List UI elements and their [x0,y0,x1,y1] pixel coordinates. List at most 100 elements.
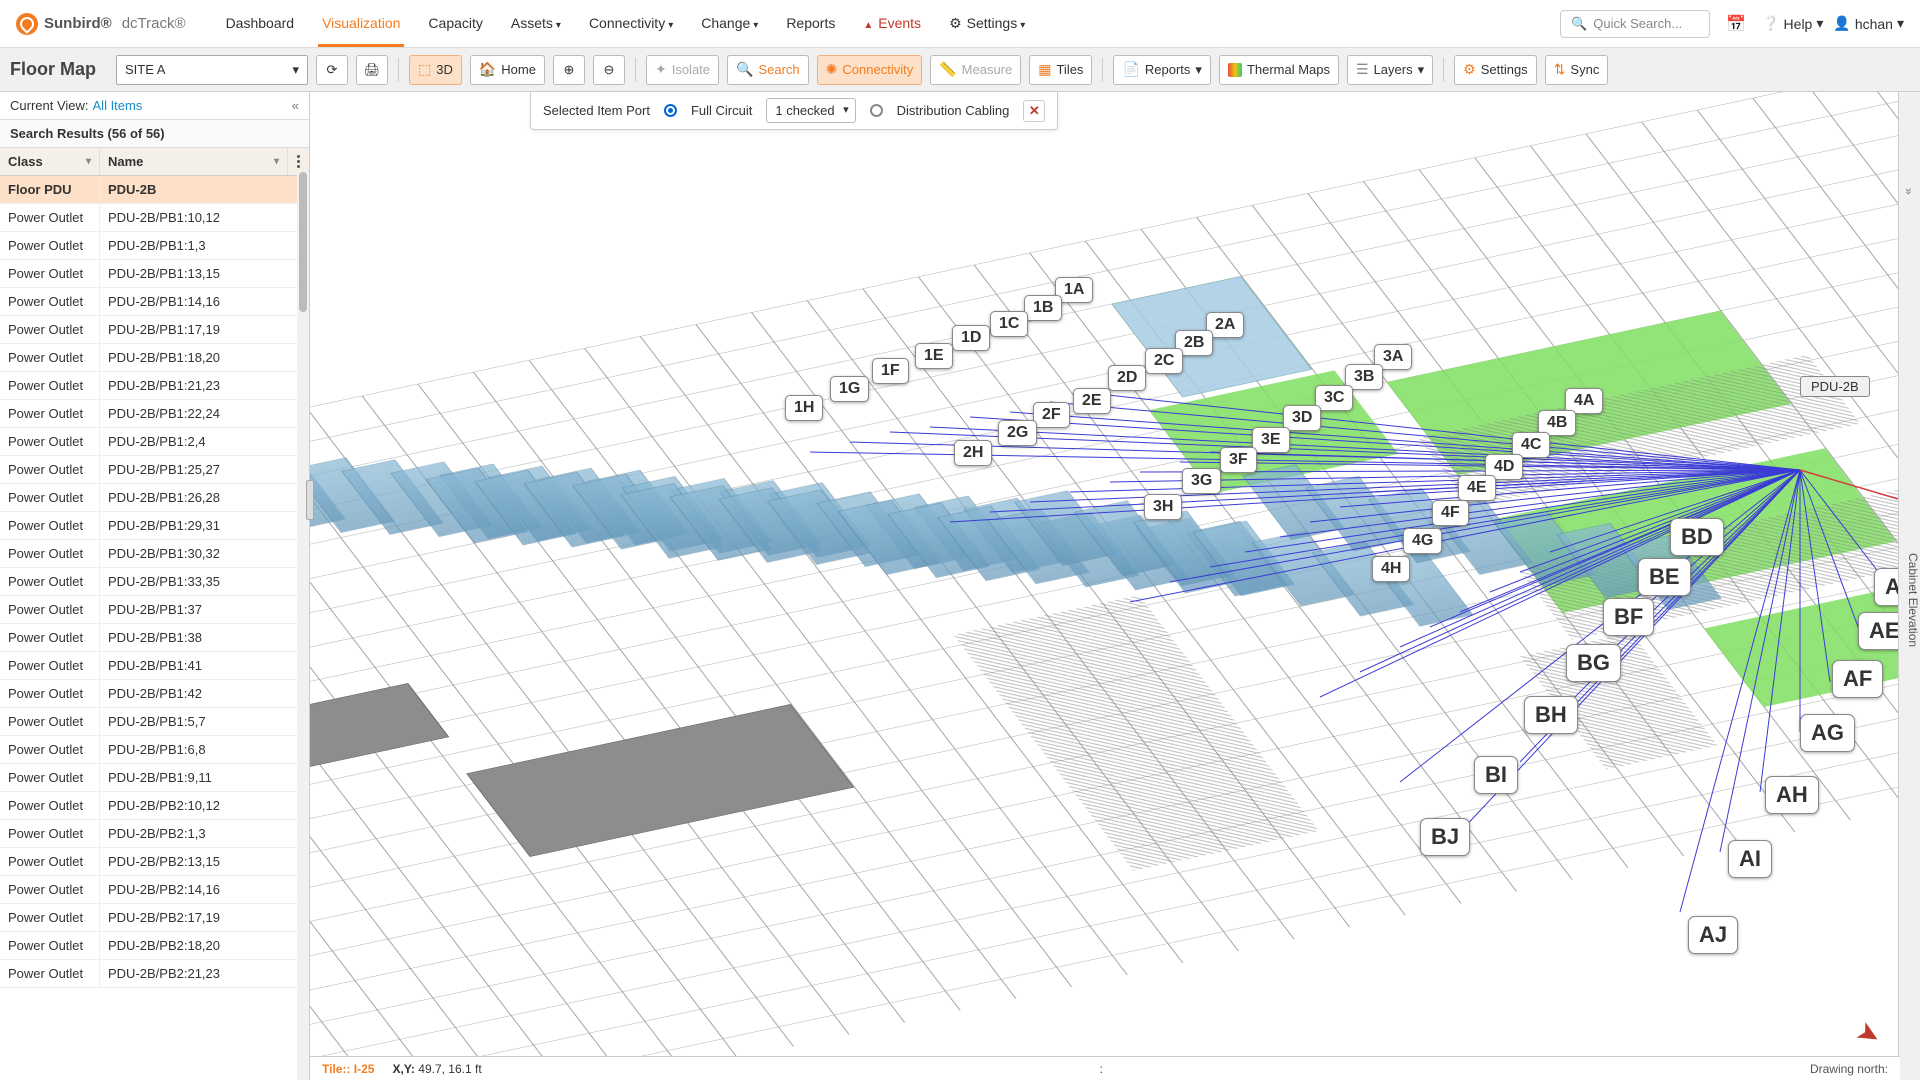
isolate-button[interactable]: ✦Isolate [646,55,719,85]
sync-button[interactable]: ⇅Sync [1545,55,1609,85]
results-table-body[interactable]: Floor PDUPDU-2BPower OutletPDU-2B/PB1:10… [0,176,309,1080]
table-row[interactable]: Power OutletPDU-2B/PB1:2,4 [0,428,309,456]
print-button[interactable]: 🖨 [356,55,388,85]
rack-label-2F[interactable]: 2F [1033,402,1070,428]
refresh-button[interactable]: ⟳ [316,55,348,85]
table-row[interactable]: Power OutletPDU-2B/PB2:1,3 [0,820,309,848]
table-row[interactable]: Power OutletPDU-2B/PB2:17,19 [0,904,309,932]
full-circuit-radio[interactable] [664,104,677,117]
rack-label-4E[interactable]: 4E [1458,475,1496,501]
nav-change[interactable]: Change▾ [689,1,770,46]
column-menu-button[interactable] [287,148,309,175]
table-row[interactable]: Power OutletPDU-2B/PB1:22,24 [0,400,309,428]
column-name-header[interactable]: Name▾ [100,148,287,175]
table-row[interactable]: Power OutletPDU-2B/PB1:25,27 [0,456,309,484]
home-button[interactable]: 🏠Home [470,55,545,85]
zoom-out-button[interactable]: ⊖ [593,55,625,85]
distribution-cabling-radio[interactable] [870,104,883,117]
table-row[interactable]: Power OutletPDU-2B/PB2:14,16 [0,876,309,904]
zoom-in-button[interactable]: ⊕ [553,55,585,85]
collapse-sidebar-icon[interactable]: « [292,98,299,113]
rack-label-2D[interactable]: 2D [1108,365,1146,391]
rack-label-3G[interactable]: 3G [1182,468,1221,494]
rack-label-1F[interactable]: 1F [872,358,909,384]
rack-label-1E[interactable]: 1E [915,343,953,369]
rack-label-1B[interactable]: 1B [1024,295,1062,321]
nav-capacity[interactable]: Capacity [416,1,494,46]
rack-label-AI[interactable]: AI [1728,840,1772,878]
sidebar-resize-handle[interactable] [306,480,314,520]
floor-map-canvas[interactable]: PDU-2B 1A1B1C1D1E1F1G1H2A2B2C2D2E2F2G2H3… [310,92,1920,1080]
table-row[interactable]: Power OutletPDU-2B/PB1:38 [0,624,309,652]
table-row[interactable]: Power OutletPDU-2B/PB2:21,23 [0,960,309,988]
table-row[interactable]: Power OutletPDU-2B/PB1:13,15 [0,260,309,288]
connectivity-button[interactable]: ✺Connectivity [817,55,923,85]
table-row[interactable]: Power OutletPDU-2B/PB1:10,12 [0,204,309,232]
rack-label-BG[interactable]: BG [1566,644,1621,682]
help-menu[interactable]: ❔ Help ▾ [1762,15,1823,32]
rack-label-AJ[interactable]: AJ [1688,916,1738,954]
table-row[interactable]: Power OutletPDU-2B/PB1:1,3 [0,232,309,260]
rack-label-3F[interactable]: 3F [1220,447,1257,473]
rack-label-3D[interactable]: 3D [1283,405,1321,431]
rack-label-4H[interactable]: 4H [1372,556,1410,582]
table-row[interactable]: Power OutletPDU-2B/PB1:37 [0,596,309,624]
rack-label-4F[interactable]: 4F [1432,500,1469,526]
table-row[interactable]: Power OutletPDU-2B/PB1:5,7 [0,708,309,736]
nav-events[interactable]: Events [851,1,933,46]
table-row[interactable]: Power OutletPDU-2B/PB1:17,19 [0,316,309,344]
rack-label-1D[interactable]: 1D [952,325,990,351]
rack-label-1G[interactable]: 1G [830,376,869,402]
table-row[interactable]: Power OutletPDU-2B/PB1:33,35 [0,568,309,596]
expand-elevation-icon[interactable]: » [1902,188,1916,195]
nav-assets[interactable]: Assets▾ [499,1,573,46]
rack-label-BF[interactable]: BF [1603,598,1654,636]
search-button[interactable]: 🔍Search [727,55,809,85]
table-row[interactable]: Power OutletPDU-2B/PB1:30,32 [0,540,309,568]
nav-settings[interactable]: Settings▾ [937,1,1037,46]
rack-label-1H[interactable]: 1H [785,395,823,421]
rack-label-BJ[interactable]: BJ [1420,818,1470,856]
column-class-header[interactable]: Class▾ [0,148,100,175]
tiles-button[interactable]: ▦Tiles [1029,55,1092,85]
rack-label-4G[interactable]: 4G [1403,528,1442,554]
rack-label-2C[interactable]: 2C [1145,348,1183,374]
table-row[interactable]: Power OutletPDU-2B/PB2:18,20 [0,932,309,960]
table-row[interactable]: Power OutletPDU-2B/PB1:18,20 [0,344,309,372]
site-selector[interactable]: SITE A ▾ [116,55,308,85]
rack-label-BD[interactable]: BD [1670,518,1724,556]
table-row[interactable]: Power OutletPDU-2B/PB1:6,8 [0,736,309,764]
nav-connectivity[interactable]: Connectivity▾ [577,1,685,46]
nav-dashboard[interactable]: Dashboard [214,1,307,46]
reports-button[interactable]: 📄Reports▾ [1113,55,1211,85]
rack-label-3E[interactable]: 3E [1252,427,1290,453]
rack-label-3C[interactable]: 3C [1315,385,1353,411]
calendar-icon[interactable]: 📅 [1720,8,1752,40]
pdu-label[interactable]: PDU-2B [1800,376,1870,397]
3d-toggle-button[interactable]: ⬚3D [409,55,462,85]
rack-label-AF[interactable]: AF [1832,660,1883,698]
table-row[interactable]: Power OutletPDU-2B/PB1:26,28 [0,484,309,512]
checked-count-select[interactable]: 1 checked [766,98,855,123]
rack-label-AH[interactable]: AH [1765,776,1819,814]
rack-label-BI[interactable]: BI [1474,756,1518,794]
measure-button[interactable]: 📏Measure [930,55,1021,85]
settings-button[interactable]: ⚙Settings [1454,55,1537,85]
close-filter-button[interactable]: ✕ [1023,100,1045,122]
rack-label-2H[interactable]: 2H [954,440,992,466]
table-row[interactable]: Floor PDUPDU-2B [0,176,309,204]
table-row[interactable]: Power OutletPDU-2B/PB1:29,31 [0,512,309,540]
rack-label-2G[interactable]: 2G [998,420,1037,446]
layers-button[interactable]: ☰Layers▾ [1347,55,1433,85]
quick-search-input[interactable]: 🔍 Quick Search... [1560,10,1710,38]
table-row[interactable]: Power OutletPDU-2B/PB1:14,16 [0,288,309,316]
table-row[interactable]: Power OutletPDU-2B/PB2:13,15 [0,848,309,876]
cabinet-elevation-panel[interactable]: » Cabinet Elevation [1898,92,1920,1080]
rack-label-BE[interactable]: BE [1638,558,1691,596]
rack-label-AG[interactable]: AG [1800,714,1855,752]
rack-label-1C[interactable]: 1C [990,311,1028,337]
table-row[interactable]: Power OutletPDU-2B/PB2:10,12 [0,792,309,820]
rack-label-BH[interactable]: BH [1524,696,1578,734]
thermal-button[interactable]: Thermal Maps [1219,55,1339,85]
table-row[interactable]: Power OutletPDU-2B/PB1:21,23 [0,372,309,400]
